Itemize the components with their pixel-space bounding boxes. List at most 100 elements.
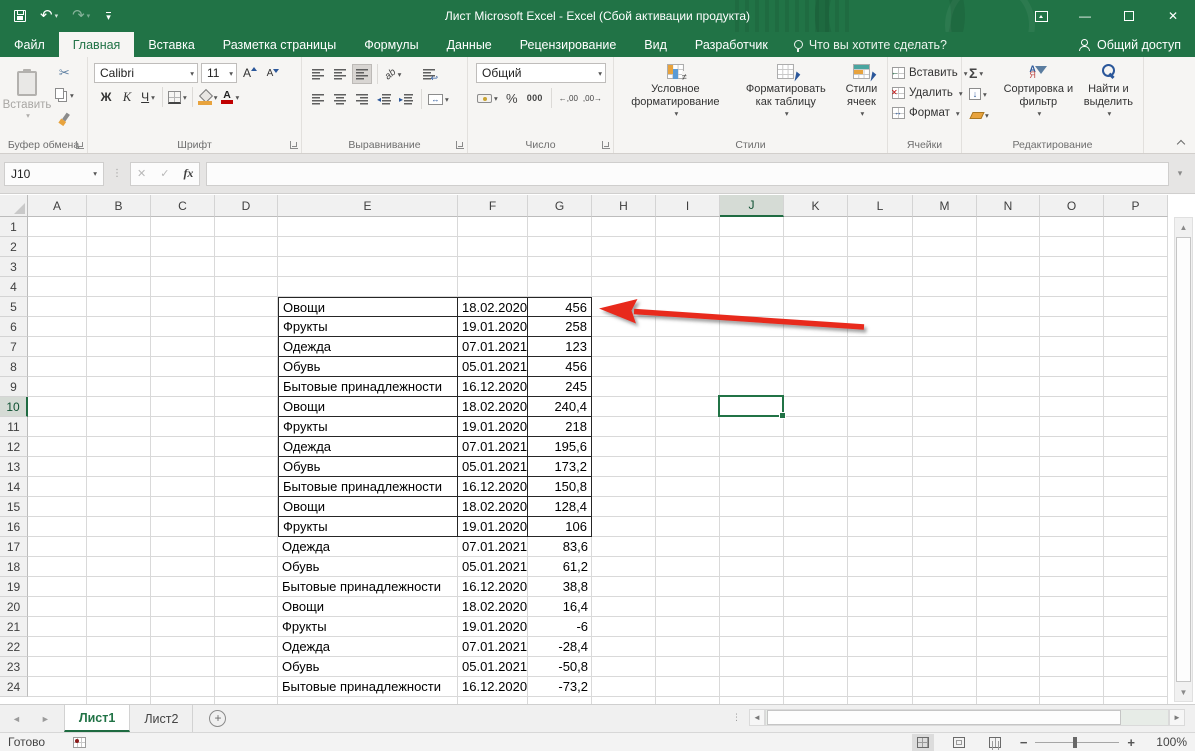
cell-F6[interactable]: 19.01.2020 [458, 317, 528, 337]
cell-F19[interactable]: 16.12.2020 [458, 577, 528, 597]
cell-E11[interactable]: Фрукты [278, 417, 458, 437]
increase-font-button[interactable]: А [240, 63, 260, 83]
row-header-3[interactable]: 3 [0, 257, 28, 277]
share-button[interactable]: Общий доступ [1064, 32, 1195, 57]
find-select-button[interactable]: Найти и выделить▾ [1077, 61, 1140, 136]
column-header-H[interactable]: H [592, 195, 656, 217]
ribbon-tab-file[interactable]: Файл [0, 32, 59, 57]
horizontal-scrollbar[interactable]: ⋮ ◄ ► [732, 709, 1185, 726]
row-header-8[interactable]: 8 [0, 357, 28, 377]
align-top-button[interactable] [308, 64, 328, 84]
column-header-L[interactable]: L [848, 195, 913, 217]
column-header-K[interactable]: K [784, 195, 848, 217]
wrap-text-button[interactable] [419, 64, 439, 84]
fill-color-button[interactable]: ▾ [197, 87, 219, 107]
undo-dropdown-caret[interactable]: ▾ [55, 12, 59, 20]
font-size-combo[interactable]: 11▾ [201, 63, 237, 83]
cell-G15[interactable]: 128,4 [528, 497, 592, 517]
cell-E24[interactable]: Бытовые принадлежности [278, 677, 458, 697]
font-color-button[interactable]: А▾ [220, 87, 241, 107]
cell-E13[interactable]: Обувь [278, 457, 458, 477]
cell-E14[interactable]: Бытовые принадлежности [278, 477, 458, 497]
italic-button[interactable]: К [117, 87, 137, 107]
comma-style-button[interactable]: 000 [525, 88, 545, 108]
cell-G7[interactable]: 123 [528, 337, 592, 357]
cell-G21[interactable]: -6 [528, 617, 592, 637]
column-header-I[interactable]: I [656, 195, 720, 217]
scroll-up-icon[interactable]: ▲ [1175, 218, 1192, 236]
cell-F18[interactable]: 05.01.2021 [458, 557, 528, 577]
cell-G24[interactable]: -73,2 [528, 677, 592, 697]
ribbon-tab-4[interactable]: Формулы [350, 32, 432, 57]
cell-G12[interactable]: 195,6 [528, 437, 592, 457]
cell-G8[interactable]: 456 [528, 357, 592, 377]
cell-E17[interactable]: Одежда [278, 537, 458, 557]
cell-E21[interactable]: Фрукты [278, 617, 458, 637]
minimize-button[interactable]: — [1063, 0, 1107, 32]
collapse-ribbon-button[interactable] [1177, 139, 1185, 147]
cell-G13[interactable]: 173,2 [528, 457, 592, 477]
close-button[interactable]: ✕ [1151, 0, 1195, 32]
format-as-table-button[interactable]: Форматировать как таблицу▾ [739, 61, 833, 136]
row-header-22[interactable]: 22 [0, 637, 28, 657]
vertical-scroll-thumb[interactable] [1176, 237, 1191, 682]
sort-filter-button[interactable]: АЯ Сортировка и фильтр▾ [1000, 61, 1077, 136]
number-format-combo[interactable]: Общий▾ [476, 63, 606, 83]
maximize-button[interactable] [1107, 0, 1151, 32]
ribbon-display-options-button[interactable] [1019, 0, 1063, 32]
cell-G14[interactable]: 150,8 [528, 477, 592, 497]
cell-F11[interactable]: 19.01.2020 [458, 417, 528, 437]
underline-button[interactable]: Ч▾ [138, 87, 158, 107]
cell-E23[interactable]: Обувь [278, 657, 458, 677]
cell-G11[interactable]: 218 [528, 417, 592, 437]
column-header-J[interactable]: J [720, 195, 784, 217]
sheet-tab-1[interactable]: Лист1 [64, 705, 130, 732]
cell-G20[interactable]: 16,4 [528, 597, 592, 617]
expand-formula-bar-button[interactable]: ▾ [1169, 162, 1191, 186]
row-header-4[interactable]: 4 [0, 277, 28, 297]
row-header-16[interactable]: 16 [0, 517, 28, 537]
cell-E18[interactable]: Обувь [278, 557, 458, 577]
paste-button[interactable]: Вставить ▾ [4, 69, 50, 120]
horizontal-scroll-thumb[interactable] [767, 710, 1121, 725]
row-header-11[interactable]: 11 [0, 417, 28, 437]
row-header-10[interactable]: 10 [0, 397, 28, 417]
cancel-entry-button[interactable]: ✕ [137, 167, 146, 180]
row-header-17[interactable]: 17 [0, 537, 28, 557]
cell-G9[interactable]: 245 [528, 377, 592, 397]
cell-E10[interactable]: Овощи [278, 397, 458, 417]
vertical-scrollbar[interactable]: ▲ ▼ [1174, 217, 1193, 702]
scroll-right-icon[interactable]: ► [1169, 709, 1185, 726]
row-header-18[interactable]: 18 [0, 557, 28, 577]
cell-G16[interactable]: 106 [528, 517, 592, 537]
row-header-14[interactable]: 14 [0, 477, 28, 497]
cell-E9[interactable]: Бытовые принадлежности [278, 377, 458, 397]
cell-F17[interactable]: 07.01.2021 [458, 537, 528, 557]
autosum-button[interactable]: Σ▾ [966, 63, 996, 83]
row-header-23[interactable]: 23 [0, 657, 28, 677]
ribbon-tab-5[interactable]: Данные [433, 32, 506, 57]
column-header-D[interactable]: D [215, 195, 278, 217]
confirm-entry-button[interactable]: ✓ [160, 167, 169, 180]
new-sheet-button[interactable]: + [209, 710, 226, 727]
merge-center-button[interactable]: ↔▾ [427, 89, 450, 109]
view-page-layout-button[interactable] [948, 734, 970, 751]
cell-G23[interactable]: -50,8 [528, 657, 592, 677]
cell-F12[interactable]: 07.01.2021 [458, 437, 528, 457]
format-painter-button[interactable] [54, 107, 75, 127]
column-header-N[interactable]: N [977, 195, 1040, 217]
cell-F21[interactable]: 19.01.2020 [458, 617, 528, 637]
formula-bar-splitter[interactable]: ⋮ [112, 168, 122, 179]
row-header-5[interactable]: 5 [0, 297, 28, 317]
save-button[interactable] [14, 10, 26, 22]
cell-F10[interactable]: 18.02.2020 [458, 397, 528, 417]
grid-canvas[interactable]: Овощи18.02.2020456Фрукты19.01.2020258Оде… [28, 217, 1168, 704]
select-all-corner[interactable] [0, 195, 28, 217]
row-header-1[interactable]: 1 [0, 217, 28, 237]
cell-F9[interactable]: 16.12.2020 [458, 377, 528, 397]
cell-E5[interactable]: Овощи [278, 297, 458, 317]
scroll-left-icon[interactable]: ◄ [749, 709, 765, 726]
column-header-E[interactable]: E [278, 195, 458, 217]
column-header-O[interactable]: O [1040, 195, 1104, 217]
clipboard-dialog-launcher-icon[interactable] [76, 141, 84, 149]
